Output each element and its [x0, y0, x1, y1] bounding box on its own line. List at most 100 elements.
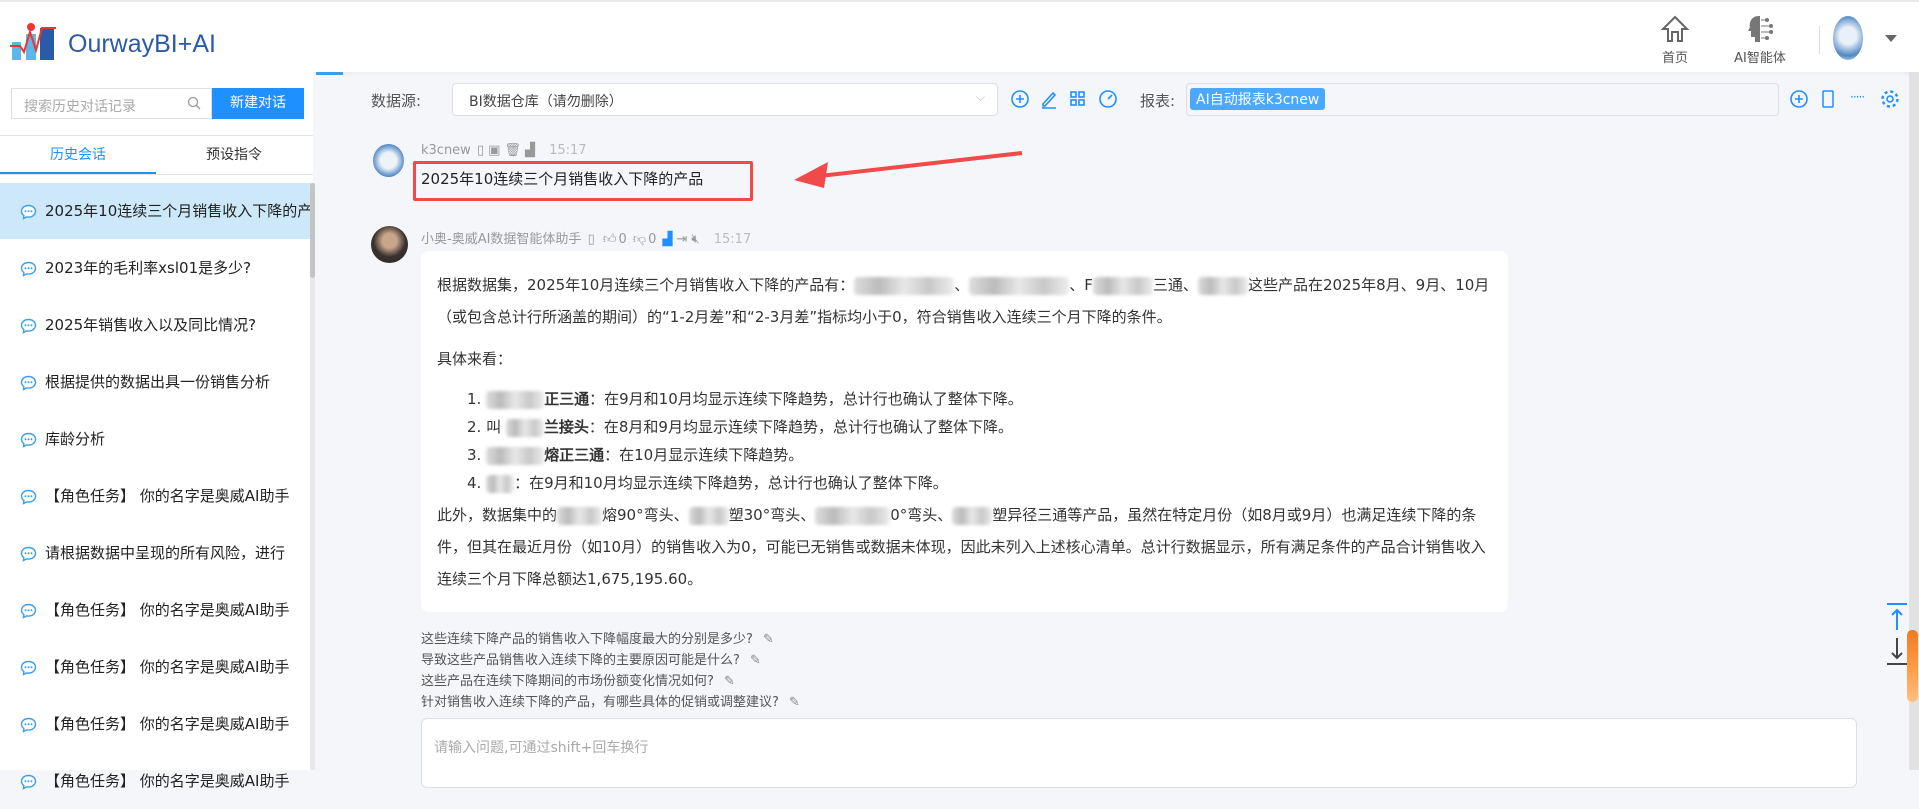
delete-icon[interactable]: 🗑 [504, 143, 521, 158]
copy-icon[interactable]: ▯ [588, 232, 595, 247]
history-item[interactable]: 2025年销售收入以及同比情况? [0, 297, 310, 353]
save-icon[interactable]: ▣ [488, 143, 500, 158]
history-item[interactable]: 库龄分析 [0, 411, 310, 467]
pencil-icon[interactable]: ✎ [750, 653, 761, 668]
chat-bubble-icon [20, 375, 37, 391]
history-item[interactable]: 请根据数据中呈现的所有风险，进行 [0, 525, 310, 581]
history-item[interactable]: 根据提供的数据出具一份销售分析 [0, 354, 310, 410]
history-item-label: 2025年销售收入以及同比情况? [45, 316, 257, 334]
history-item-label: 库龄分析 [45, 430, 106, 448]
suggestion-text: 这些产品在连续下降期间的市场份额变化情况如何? [421, 674, 714, 689]
user-name: k3cnew [421, 143, 471, 158]
history-item[interactable]: 2023年的毛利率xsl01是多少? [0, 240, 310, 296]
chat-bubble-icon [20, 717, 37, 733]
suggested-question[interactable]: 这些连续下降产品的销售收入下降幅度最大的分别是多少? ✎ [421, 628, 774, 647]
add-report-icon[interactable] [1789, 89, 1809, 109]
history-item[interactable]: 2025年10连续三个月销售收入下降的产品 [0, 183, 310, 239]
history-item[interactable]: 【角色任务】 你的名字是奥威AI助手 [0, 753, 310, 809]
suggested-question[interactable]: 导致这些产品销售收入连续下降的主要原因可能是什么? ✎ [421, 649, 761, 668]
redacted [815, 506, 891, 525]
scroll-to-top-icon[interactable] [1886, 602, 1908, 632]
mobile-icon[interactable] [1821, 89, 1835, 109]
new-chat-button[interactable]: 新建对话 [212, 88, 304, 119]
user-avatar[interactable] [1833, 16, 1863, 60]
redacted [486, 474, 515, 493]
report-label: 报表: [1140, 92, 1176, 110]
scroll-to-bottom-icon[interactable] [1886, 636, 1908, 666]
sidebar-tabs: 历史会话 预设指令 [0, 135, 313, 175]
redacted [1092, 276, 1153, 295]
redacted [688, 506, 729, 525]
report-chip[interactable]: AI自动报表k3cnew [1190, 88, 1326, 110]
text: 三通、 [1152, 276, 1198, 294]
chart-icon[interactable]: ▟ [663, 232, 673, 247]
datasource-label: 数据源: [371, 92, 422, 110]
thumbs-up-icon[interactable]: 👍︎ [603, 232, 617, 247]
edit-icon[interactable] [1040, 89, 1058, 109]
item-product: 兰接头 [543, 418, 589, 436]
user-message-time: 15:17 [549, 143, 587, 158]
redacted [969, 276, 1070, 295]
chat-bubble-icon [20, 318, 37, 334]
pencil-icon[interactable]: ✎ [724, 674, 735, 689]
history-item[interactable]: 【角色任务】 你的名字是奥威AI助手 [0, 468, 310, 524]
caret-down-icon[interactable] [1885, 35, 1897, 42]
home-icon [1660, 15, 1690, 42]
tab-presets[interactable]: 预设指令 [156, 136, 312, 174]
top-header: OurwayBI+AI 首页 AI智能体 [0, 0, 1919, 72]
nav-ai-agent-label: AI智能体 [1734, 51, 1786, 66]
history-item[interactable]: 【角色任务】 你的名字是奥威AI助手 [0, 639, 310, 695]
nav-home[interactable]: 首页 [1645, 14, 1705, 66]
datasource-value: BI数据仓库（请勿删除） [469, 94, 623, 110]
answer-list-item: 4. ：在9月和10月均显示连续下降趋势，总计行也确认了整体下降。 [437, 469, 1492, 497]
grid-icon[interactable] [1069, 89, 1087, 109]
tab-history[interactable]: 历史会话 [0, 136, 156, 174]
mute-icon[interactable]: 🔇︎ [691, 232, 699, 247]
more-icon[interactable]: ····· [1850, 90, 1865, 104]
redacted [486, 446, 545, 465]
text: 根据数据集，2025年10月连续三个月销售收入下降的产品有： [437, 276, 855, 294]
search-placeholder: 搜索历史对话记录 [24, 99, 136, 115]
bot-message-meta: 小奥-奥威AI数据智能体助手 ▯ 👍︎ 0 👎︎ 0 ▟ ⇥ 🔇︎ 15:17 [421, 228, 751, 247]
chart-icon[interactable]: ▟ [525, 143, 535, 158]
redacted [1197, 276, 1248, 295]
search-icon[interactable] [187, 96, 201, 110]
user-message-text: 2025年10连续三个月销售收入下降的产品 [421, 170, 704, 188]
item-text: ：在9月和10月均显示连续下降趋势，总计行也确认了整体下降。 [514, 474, 948, 492]
app-name: OurwayBI+AI [68, 30, 216, 58]
suggested-question[interactable]: 针对销售收入连续下降的产品，有哪些具体的促销或调整建议? ✎ [421, 691, 800, 710]
history-search-input[interactable]: 搜索历史对话记录 [11, 88, 212, 119]
user-message-avatar [373, 144, 404, 177]
item-text: ：在8月和9月均显示连续下降趋势，总计行也确认了整体下降。 [588, 418, 1013, 436]
chat-bubble-icon [20, 261, 37, 277]
bot-avatar [371, 226, 408, 263]
redacted [505, 418, 544, 437]
thumbs-down-icon[interactable]: 👎︎ [633, 232, 646, 247]
dashboard-icon[interactable] [1098, 89, 1118, 109]
suggested-question[interactable]: 这些产品在连续下降期间的市场份额变化情况如何? ✎ [421, 670, 735, 689]
pencil-icon[interactable]: ✎ [789, 695, 800, 710]
pencil-icon[interactable]: ✎ [763, 632, 774, 647]
question-input[interactable]: 请输入问题,可通过shift+回车换行 [421, 718, 1857, 788]
divider [1819, 26, 1820, 54]
redacted [557, 506, 603, 525]
export-icon[interactable]: ⇥ [677, 232, 688, 247]
add-circle-icon[interactable] [1010, 89, 1030, 109]
main-scroll-thumb[interactable] [1907, 630, 1918, 702]
sidebar-scroll-thumb[interactable] [310, 183, 315, 278]
gear-icon[interactable] [1880, 89, 1900, 109]
chat-bubble-icon [20, 660, 37, 676]
nav-ai-agent[interactable]: AI智能体 [1730, 14, 1790, 66]
answer-paragraph-3: 此外，数据集中的 熔90°弯头、 塑30°弯头、 0°弯头、 塑异径三通等产品，虽然在特… [437, 499, 1492, 595]
history-item-label: 【角色任务】 你的名字是奥威AI助手 [45, 487, 290, 505]
text: 0°弯头、 [890, 506, 953, 524]
logo-icon [10, 23, 56, 60]
copy-icon[interactable]: ▯ [477, 143, 484, 158]
history-item[interactable]: 【角色任务】 你的名字是奥威AI助手 [0, 696, 310, 752]
like-count: 0 [618, 232, 627, 247]
datasource-select[interactable]: BI数据仓库（请勿删除） ⌵ [452, 83, 998, 116]
user-message-meta: k3cnew ▯ ▣ 🗑 ▟ 15:17 [421, 143, 587, 158]
history-item[interactable]: 【角色任务】 你的名字是奥威AI助手 [0, 582, 310, 638]
active-indicator [316, 72, 343, 75]
redacted [486, 390, 545, 409]
